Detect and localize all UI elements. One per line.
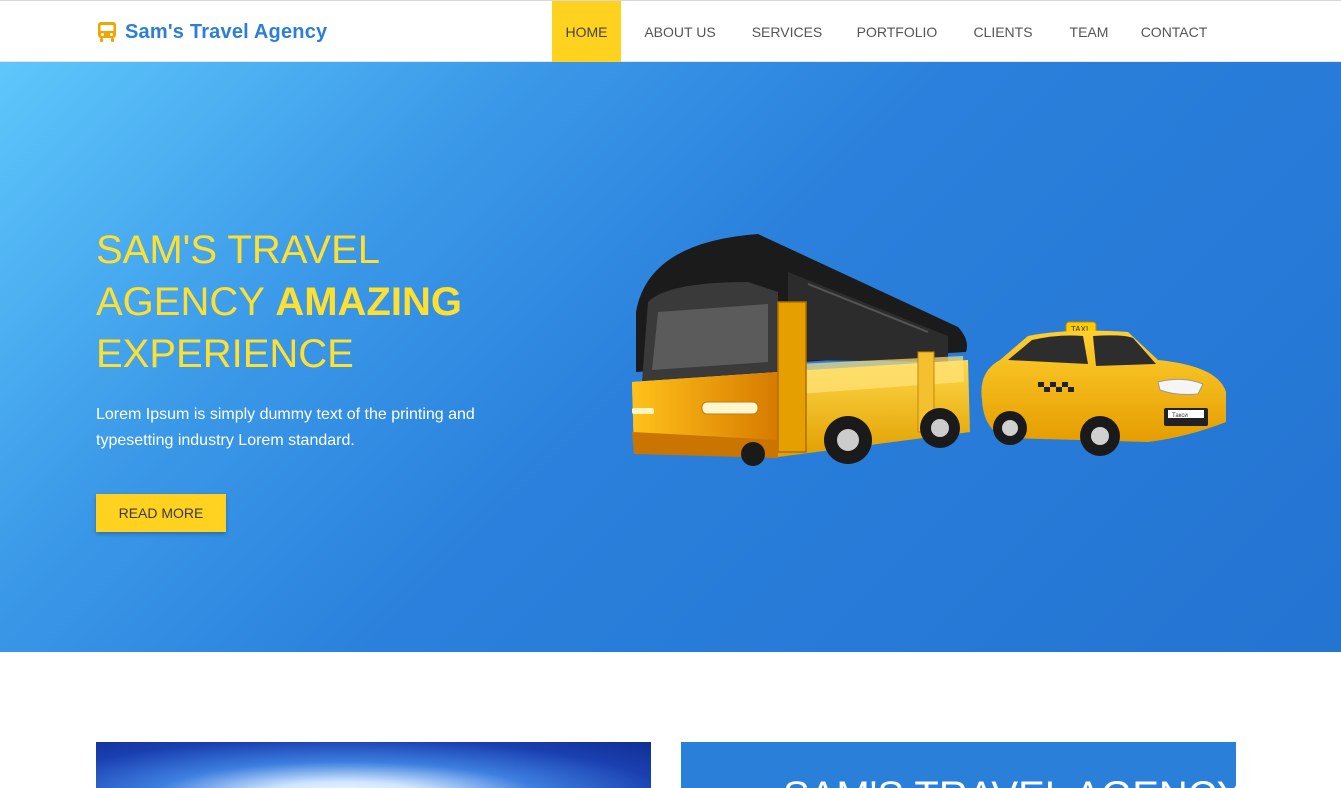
lower-box-title: SAM'S TRAVEL AGENCY [783,772,1236,788]
nav-contact[interactable]: CONTACT [1131,1,1217,62]
nav-home[interactable]: HOME [552,1,621,62]
hero-title-line2: AGENCY [96,280,276,324]
hero-description: Lorem Ipsum is simply dummy text of the … [96,406,475,449]
bus-icon [98,22,116,42]
navbar: Sam's Travel Agency HOME ABOUT US SERVIC… [0,0,1341,62]
main-nav: HOME ABOUT US SERVICES PORTFOLIO CLIENTS… [552,1,1217,62]
bus-illustration [632,234,970,466]
hero-title: SAM'S TRAVEL AGENCY AMAZING EXPERIENCE [96,224,516,380]
hero-title-highlight: AMAZING [275,280,462,324]
brand-logo[interactable]: Sam's Travel Agency [97,18,327,46]
lower-feature-image [96,742,651,788]
read-more-button[interactable]: READ MORE [96,494,226,532]
taxi-plate-text: Такси [1172,413,1188,419]
nav-services[interactable]: SERVICES [739,1,835,62]
nav-about-us[interactable]: ABOUT US [621,1,739,62]
nav-team[interactable]: TEAM [1047,1,1131,62]
bus-and-taxi-image: TAXI Такси [632,234,1226,466]
brand-name: Sam's Travel Agency [125,20,328,43]
nav-portfolio[interactable]: PORTFOLIO [835,1,959,62]
hero-title-line1: SAM'S TRAVEL [96,228,381,272]
taxi-illustration: TAXI Такси [981,321,1226,456]
nav-clients[interactable]: CLIENTS [959,1,1047,62]
hero-section: SAM'S TRAVEL AGENCY AMAZING EXPERIENCE L… [0,62,1341,652]
hero-title-line3: EXPERIENCE [96,332,354,376]
lower-feature-box: SAM'S TRAVEL AGENCY [681,742,1236,788]
